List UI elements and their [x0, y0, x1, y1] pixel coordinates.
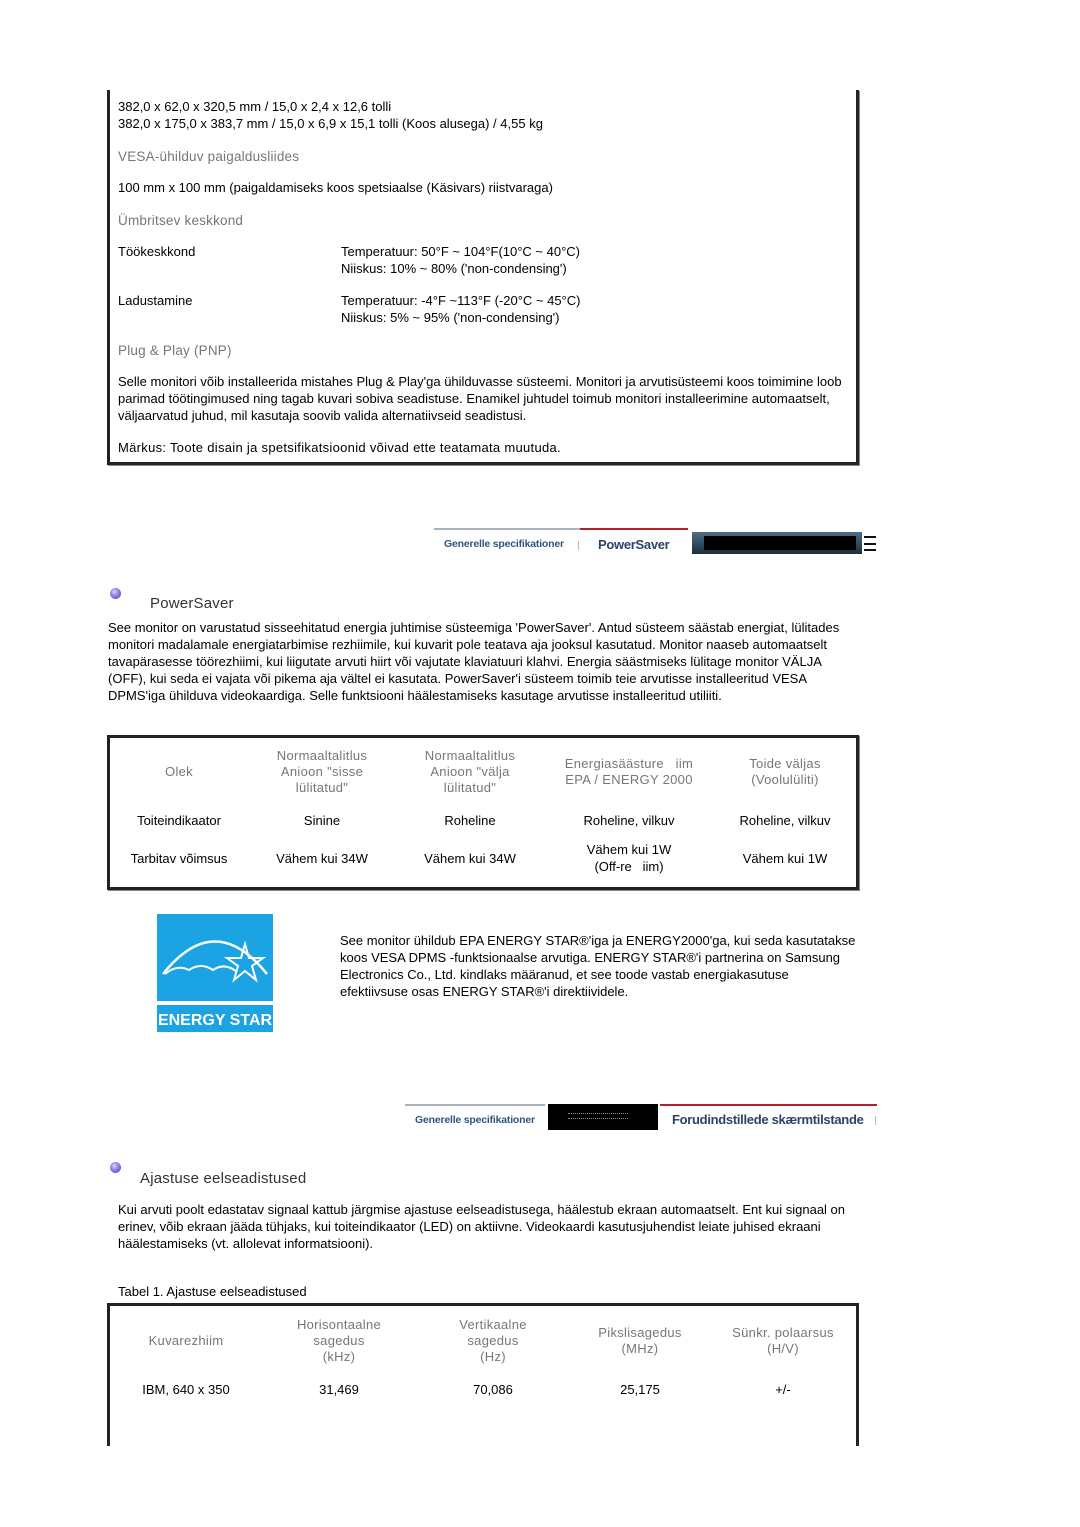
table-row: IBM, 640 x 350 31,469 70,086 25,175 +/-: [110, 1370, 856, 1408]
energy-star-logo: ENERGY STAR: [157, 914, 273, 1032]
env-operating-humidity: Niiskus: 10% ~ 80% ('non-condensing'): [341, 261, 567, 276]
table-row: Tarbitav võimsus Vähem kui 34W Vähem kui…: [110, 834, 856, 882]
header-state: Olek: [165, 764, 193, 779]
svg-text:ENERGY STAR: ENERGY STAR: [158, 1012, 273, 1029]
timing-table-caption: Tabel 1. Ajastuse eelseadistused: [118, 1284, 307, 1299]
header-power-saving: Energiasäästure iim EPA / ENERGY 2000: [564, 756, 694, 787]
spec-note: Märkus: Toote disain ja spetsifikatsioon…: [118, 440, 561, 455]
cell: Vähem kui 34W: [276, 850, 368, 866]
header-horizontal-frequency: Horisontaalne sagedus (kHz): [296, 1317, 382, 1364]
env-storage-humidity: Niiskus: 5% ~ 95% ('non-condensing'): [341, 310, 560, 325]
cell: Vähem kui 34W: [424, 850, 516, 866]
pnp-text: Selle monitori võib installeerida mistah…: [118, 374, 842, 423]
nav-bar-powersaver: Generelle specifikationer PowerSaver: [434, 528, 876, 554]
bullet-icon: [110, 588, 121, 599]
table-header-row: Kuvarezhiim Horisontaalne sagedus (kHz) Ve…: [110, 1312, 856, 1370]
energy-star-icon: ENERGY STAR: [157, 914, 273, 1032]
tab-obscured[interactable]: [692, 532, 862, 554]
cell: 70,086: [473, 1381, 513, 1397]
header-vertical-frequency: Vertikaalne sagedus (Hz): [459, 1317, 527, 1364]
header-normal-on: Normaaltalitlus Anioon "sisse lülitatud": [276, 748, 368, 795]
cell: Vähem kui 1W: [742, 850, 828, 866]
tab-general-specifications[interactable]: Generelle specifikationer: [444, 538, 564, 550]
cell: Roheline: [444, 812, 496, 828]
timing-text: Kui arvuti poolt edastatav signaal kattu…: [118, 1202, 846, 1251]
powersaver-text: See monitor on varustatud sisseehitatud …: [108, 620, 840, 703]
timing-title: Ajastuse eelseadistused: [140, 1170, 307, 1187]
env-storage-label: Ladustamine: [118, 293, 193, 308]
cell: Toiteindikaator: [137, 812, 221, 828]
table-row: Toiteindikaator Sinine Roheline Roheline…: [110, 806, 856, 834]
cell: 31,469: [319, 1381, 359, 1397]
env-operating-temp: Temperatuur: 50°F ~ 104°F(10°C ~ 40°C): [341, 244, 581, 259]
active-tab-indicator: [580, 528, 688, 530]
tab-general-specifications[interactable]: Generelle specifikationer: [415, 1114, 535, 1126]
nav-bar-timing: Generelle specifikationer Forudindstille…: [405, 1104, 877, 1130]
tab-obscured[interactable]: [548, 1104, 658, 1130]
header-normal-off: Normaaltalitlus Anioon "välja lülitatud": [424, 748, 516, 795]
cell: Roheline, vilkuv: [739, 812, 831, 828]
active-tab-indicator: [660, 1104, 877, 1106]
header-display-mode: Kuvarezhiim: [148, 1333, 224, 1348]
vesa-value: 100 mm x 100 mm (paigaldamiseks koos spe…: [118, 180, 553, 195]
powersaver-title: PowerSaver: [150, 595, 234, 612]
cell: Sinine: [303, 812, 341, 828]
env-storage-temp: Temperatuur: -4°F ~113°F (-20°C ~ 45°C): [341, 293, 581, 308]
header-pixel-clock: Pikslisagedus (MHz): [598, 1325, 682, 1356]
tab-preset-display-modes[interactable]: Forudindstillede skærmtilstande: [672, 1112, 864, 1127]
cell: +/-: [775, 1381, 791, 1397]
timing-table: Kuvarezhiim Horisontaalne sagedus (kHz) Ve…: [110, 1312, 856, 1408]
env-operating-label: Töökeskkond: [118, 244, 196, 259]
vesa-heading: VESA-ühilduv paigaldusliides: [118, 149, 300, 164]
pnp-heading: Plug & Play (PNP): [118, 343, 232, 358]
cell: IBM, 640 x 350: [142, 1381, 230, 1397]
cell: Tarbitav võimsus: [130, 850, 228, 866]
dimensions-line-1: 382,0 x 62,0 x 320,5 mm / 15,0 x 2,4 x 1…: [118, 99, 392, 114]
cell: 25,175: [620, 1381, 660, 1397]
header-power-off: Toide väljas (Voolulüliti): [749, 756, 821, 787]
powersaver-table: Olek Normaaltalitlus Anioon "sisse lülitat…: [110, 738, 856, 882]
dimensions-line-2: 382,0 x 175,0 x 383,7 mm / 15,0 x 6,9 x …: [118, 116, 543, 131]
bullet-icon: [110, 1162, 121, 1173]
header-sync-polarity: Sünkr. polaarsus (H/V): [732, 1325, 834, 1356]
tab-powersaver[interactable]: PowerSaver: [598, 537, 670, 552]
energy-star-text: See monitor ühildub EPA ENERGY STAR®'iga…: [340, 933, 856, 999]
cell: Roheline, vilkuv: [583, 812, 675, 828]
environment-heading: Ümbritsev keskkond: [118, 213, 244, 228]
cell: Vähem kui 1W (Off-re iim): [586, 842, 672, 874]
table-header-row: Olek Normaaltalitlus Anioon "sisse lülitat…: [110, 738, 856, 806]
